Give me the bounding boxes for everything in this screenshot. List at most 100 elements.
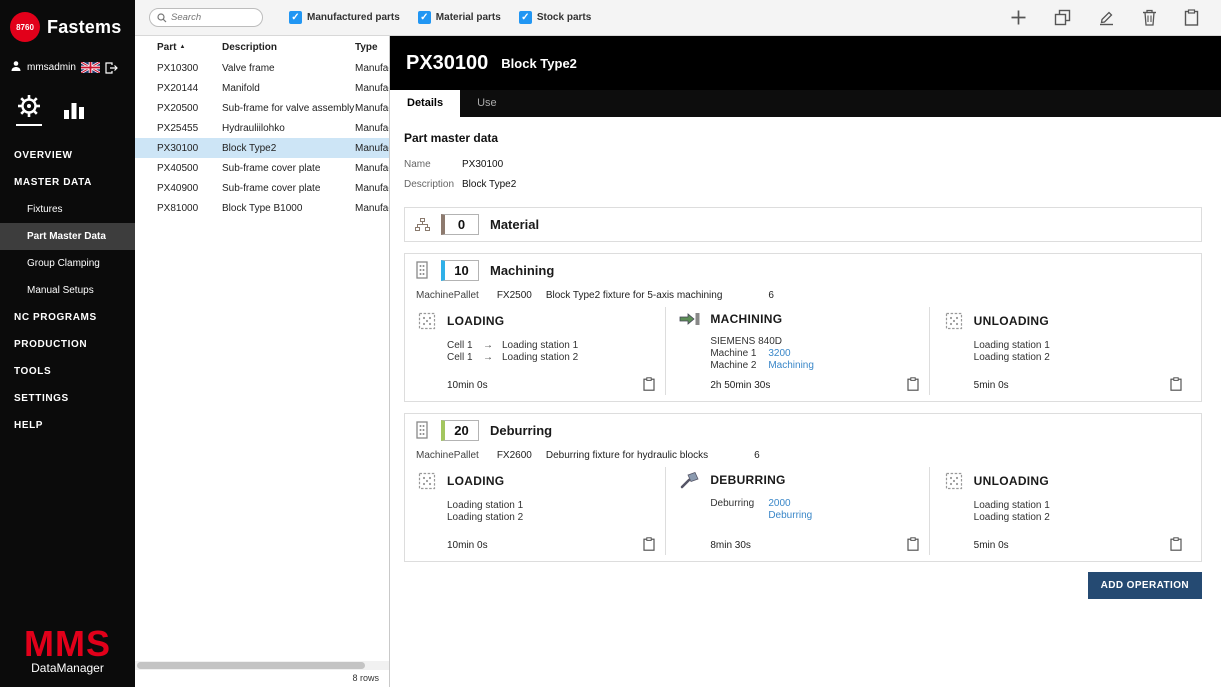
table-row-px25455[interactable]: PX25455HydrauliilohkoManufactured [135,118,389,138]
add-operation-button[interactable]: ADD OPERATION [1088,572,1202,599]
cell-part: PX81000 [135,203,222,214]
cell-part: PX10300 [135,63,222,74]
tabbar: DetailsUse [390,90,1221,117]
column-header-part[interactable]: Part▲ [135,42,222,53]
sidebar-item-group-clamping[interactable]: Group Clamping [0,250,135,277]
sidebar-footer: MMS DataManager [0,627,135,687]
tab-details[interactable]: Details [390,90,460,117]
step-header: LOADING [416,471,655,491]
column-header-part-label: Part [157,42,176,53]
steps-row: LOADING Loading station 1Loading station … [414,467,1192,555]
sidebar-item-tools[interactable]: TOOLS [0,358,135,385]
filter-label: Material parts [436,12,501,23]
clipboard-icon[interactable] [643,377,655,391]
filter-material-parts[interactable]: ✓Material parts [418,11,501,24]
statistics-icon[interactable] [62,97,86,126]
search-input[interactable] [171,12,251,23]
horizontal-scrollbar[interactable] [135,661,389,670]
sidebar-item-nc-programs[interactable]: NC PROGRAMS [0,304,135,331]
cell-description: Sub-frame for valve assembly [222,103,355,114]
sidebar-item-fixtures[interactable]: Fixtures [0,196,135,223]
table-row-px10300[interactable]: PX10300Valve frameManufactured [135,58,389,78]
uk-flag-icon[interactable] [81,62,100,73]
operation-header[interactable]: 0Material [414,213,1192,235]
table-row-px81000[interactable]: PX81000Block Type B1000Manufactured [135,198,389,218]
duplicate-icon[interactable] [1054,9,1071,26]
filter-manufactured-parts[interactable]: ✓Manufactured parts [289,11,400,24]
table-row-px40500[interactable]: PX40500Sub-frame cover plateManufactured [135,158,389,178]
paste-icon[interactable] [1184,9,1199,26]
clipboard-icon[interactable] [907,377,919,391]
row-count: 8 rows [135,670,389,687]
link-3200[interactable]: 3200 [768,348,790,360]
table-row-px20500[interactable]: PX20500Sub-frame for valve assemblyManuf… [135,98,389,118]
cell-type: Manufactured [355,203,389,214]
clipboard-icon[interactable] [643,537,655,551]
clipboard-icon[interactable] [1170,377,1182,391]
table-row-px40900[interactable]: PX40900Sub-frame cover plateManufactured [135,178,389,198]
delete-icon[interactable] [1142,9,1157,26]
column-header-type[interactable]: Type [355,42,389,53]
pallet-row: MachinePalletFX2600Deburring fixture for… [416,450,1192,461]
brand-logo: 8760 Fastems [0,0,135,50]
step-deburring: DEBURRINGDeburring2000Deburring8min 30s [665,467,928,555]
clipboard-icon[interactable] [1170,537,1182,551]
sidebar-item-overview[interactable]: OVERVIEW [0,142,135,169]
sidebar-item-settings[interactable]: SETTINGS [0,385,135,412]
step-body: Loading station 1Loading station 2 [974,500,1182,524]
cell-description: Hydrauliilohko [222,123,355,134]
table-row-px30100[interactable]: PX30100Block Type2Manufactured [135,138,389,158]
page-subtitle: Block Type2 [501,56,577,71]
sidebar-item-production[interactable]: PRODUCTION [0,331,135,358]
field-name: NamePX30100 [404,159,1202,170]
link-deburring[interactable]: Deburring [768,510,812,522]
scrollbar-thumb[interactable] [137,662,365,669]
add-icon[interactable] [1010,9,1027,26]
fixture-id: FX2500 [497,290,532,301]
detail-header: PX30100 Block Type2 [390,36,1221,90]
sidebar-item-master-data[interactable]: MASTER DATA [0,169,135,196]
cell-part: PX25455 [135,123,222,134]
cell-type: Manufactured [355,183,389,194]
topbar: ✓Manufactured parts✓Material parts✓Stock… [135,0,1221,36]
tab-use[interactable]: Use [460,90,514,117]
sidebar-item-part-master-data[interactable]: Part Master Data [0,223,135,250]
parts-panel: Part▲ Description Type PX10300Valve fram… [135,36,390,687]
arrow-right-icon: → [483,340,493,352]
field-description: DescriptionBlock Type2 [404,179,1202,190]
step-unloading: UNLOADING Loading station 1Loading statio… [929,467,1192,555]
line-text-2: Loading station 2 [502,352,578,364]
cell-part: PX40900 [135,183,222,194]
step-title: DEBURRING [710,473,785,487]
module-switcher [0,81,135,132]
cell-type: Manufactured [355,123,389,134]
clipboard-icon[interactable] [907,537,919,551]
checkbox-checked-icon: ✓ [289,11,302,24]
link-machining[interactable]: Machining [768,360,814,372]
sidebar-item-help[interactable]: HELP [0,412,135,439]
app-root: 8760 Fastems mmsadmin OVERVIEWMASTER DAT… [0,0,1221,687]
cell-description: Sub-frame cover plate [222,163,355,174]
filter-stock-parts[interactable]: ✓Stock parts [519,11,591,24]
logout-icon[interactable] [105,62,118,74]
table-row-px20144[interactable]: PX20144ManifoldManufactured [135,78,389,98]
mms-logo: MMS [0,627,135,661]
link-2000[interactable]: 2000 [768,498,790,510]
pallet-count: 6 [768,290,774,301]
step-title: UNLOADING [974,314,1049,328]
search-box[interactable] [149,8,263,27]
line-text: Loading station 1 [974,500,1050,512]
column-header-description[interactable]: Description [222,42,355,53]
step-title: UNLOADING [974,474,1049,488]
cell-description: Block Type2 [222,143,355,154]
material-hierarchy-icon [414,218,430,231]
operation-header[interactable]: 10Machining [414,259,1192,281]
fixture-description: Deburring fixture for hydraulic blocks [546,450,708,461]
parts-rows: PX10300Valve frameManufacturedPX20144Man… [135,58,389,661]
operation-header[interactable]: 20Deburring [414,419,1192,441]
data-manager-icon[interactable] [16,93,42,126]
sidebar-item-manual-setups[interactable]: Manual Setups [0,277,135,304]
edit-icon[interactable] [1098,9,1115,26]
checkbox-checked-icon: ✓ [519,11,532,24]
cell-part: PX20500 [135,103,222,114]
